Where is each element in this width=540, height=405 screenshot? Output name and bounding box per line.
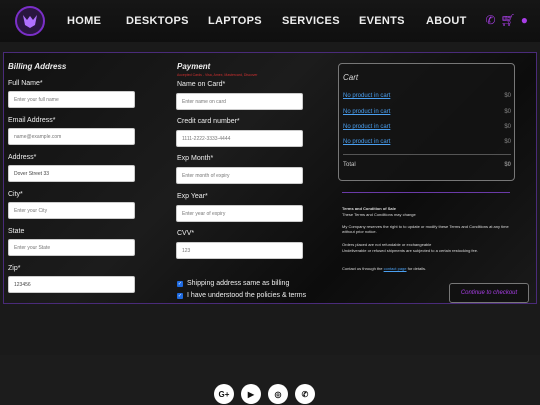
cart-item-link[interactable]: No product in cart [343, 124, 390, 130]
top-nav: HOME DESKTOPS LAPTOPS SERVICES EVENTS AB… [0, 0, 540, 42]
address-input[interactable]: Dover Street 33 [8, 165, 135, 182]
shipping-same-checkbox[interactable]: ✓ [177, 280, 183, 287]
policies-row[interactable]: ✓ I have understood the policies & terms [177, 292, 306, 299]
cart-item-link[interactable]: No product in cart [343, 109, 390, 115]
contact-page-link[interactable]: contact page [384, 266, 407, 271]
zip-input[interactable]: 123456 [8, 276, 135, 293]
cart-item-price: $0 [504, 93, 511, 99]
nav-laptops[interactable]: LAPTOPS [208, 15, 262, 27]
accepted-cards-text: Accepted Cards - Visa, Amex, Mastercard,… [177, 73, 258, 77]
cart-box: Cart No product in cart $0 No product in… [338, 63, 515, 181]
policies-label: I have understood the policies & terms [187, 292, 307, 299]
billing-title: Billing Address [8, 62, 67, 71]
cart-total-value: $0 [504, 162, 511, 168]
billing-column: Billing Address [8, 62, 66, 71]
instagram-icon[interactable]: ◎ [268, 384, 288, 404]
whatsapp-icon[interactable]: ✆ [295, 384, 315, 404]
shipping-same-label: Shipping address same as billing [187, 280, 290, 287]
phone-icon[interactable]: ✆ [485, 13, 495, 27]
nav-services[interactable]: SERVICES [282, 15, 340, 27]
terms-contact: Contact us through the contact page for … [342, 266, 517, 271]
zip-label: Zip* [8, 265, 21, 272]
name-on-card-label: Name on Card* [177, 81, 226, 88]
terms-contact-post: for details. [406, 266, 427, 271]
exp-year-input[interactable]: Enter year of expiry [176, 205, 303, 222]
card-number-input[interactable]: 1111-2222-3333-4444 [176, 130, 303, 147]
full-name-input[interactable]: Enter your full name [8, 91, 135, 108]
email-input[interactable]: name@example.com [8, 128, 135, 145]
policies-checkbox[interactable]: ✓ [177, 292, 183, 299]
cart-icon[interactable]: 🛒︎ [501, 13, 516, 27]
state-label: State [8, 228, 25, 235]
cart-row: No product in cart $0 [343, 109, 511, 115]
address-label: Address* [8, 154, 37, 161]
wolf-logo-icon [23, 15, 37, 28]
state-input[interactable]: Enter your State [8, 239, 135, 256]
youtube-icon[interactable]: ▶ [241, 384, 261, 404]
terms-contact-pre: Contact us through the [342, 266, 384, 271]
exp-month-input[interactable]: Enter month of expiry [176, 167, 303, 184]
cvv-label: CVV* [177, 230, 195, 237]
name-on-card-input[interactable]: Enter name on card [176, 93, 303, 110]
terms-line: Undeliverable or refused shipments are s… [342, 248, 479, 253]
nav-about[interactable]: ABOUT [426, 15, 467, 27]
cart-row: No product in cart $0 [343, 139, 511, 145]
continue-checkout-button[interactable]: Continue to checkout [449, 283, 529, 303]
city-input[interactable]: Enter your City [8, 202, 135, 219]
terms-line: These Terms and Conditions may change [342, 212, 416, 217]
cart-item-link[interactable]: No product in cart [343, 139, 390, 145]
cvv-input[interactable]: 123 [176, 242, 303, 259]
cart-item-price: $0 [504, 124, 511, 130]
google-plus-icon[interactable]: G+ [214, 384, 234, 404]
terms-divider [342, 192, 510, 193]
card-number-label: Credit card number* [177, 118, 240, 125]
terms-line: Orders placed are not refundable or exch… [342, 242, 432, 247]
cart-item-price: $0 [504, 109, 511, 115]
cart-divider [343, 154, 511, 155]
cart-total-label: Total [343, 162, 356, 168]
nav-home[interactable]: HOME [67, 15, 101, 27]
cart-item-price: $0 [504, 139, 511, 145]
city-label: City* [8, 191, 23, 198]
shipping-same-row[interactable]: ✓ Shipping address same as billing [177, 280, 289, 287]
terms-title: Terms and Condition of Sale [342, 206, 396, 211]
cart-title: Cart [343, 73, 359, 82]
user-icon[interactable]: ● [521, 13, 528, 27]
full-name-label: Full Name* [8, 80, 43, 87]
nav-events[interactable]: EVENTS [359, 15, 405, 27]
cart-total-row: Total $0 [343, 162, 511, 168]
payment-title: Payment [177, 62, 211, 71]
cart-row: No product in cart $0 [343, 124, 511, 130]
terms-line: My Company reserves the right to to upda… [342, 224, 509, 234]
exp-year-label: Exp Year* [177, 193, 208, 200]
cart-item-link[interactable]: No product in cart [343, 93, 390, 99]
exp-month-label: Exp Month* [177, 155, 214, 162]
payment-column: Payment [177, 62, 210, 71]
nav-desktops[interactable]: DESKTOPS [126, 15, 189, 27]
brand-logo[interactable] [15, 6, 45, 36]
cart-row: No product in cart $0 [343, 93, 511, 99]
email-label: Email Address* [8, 117, 56, 124]
